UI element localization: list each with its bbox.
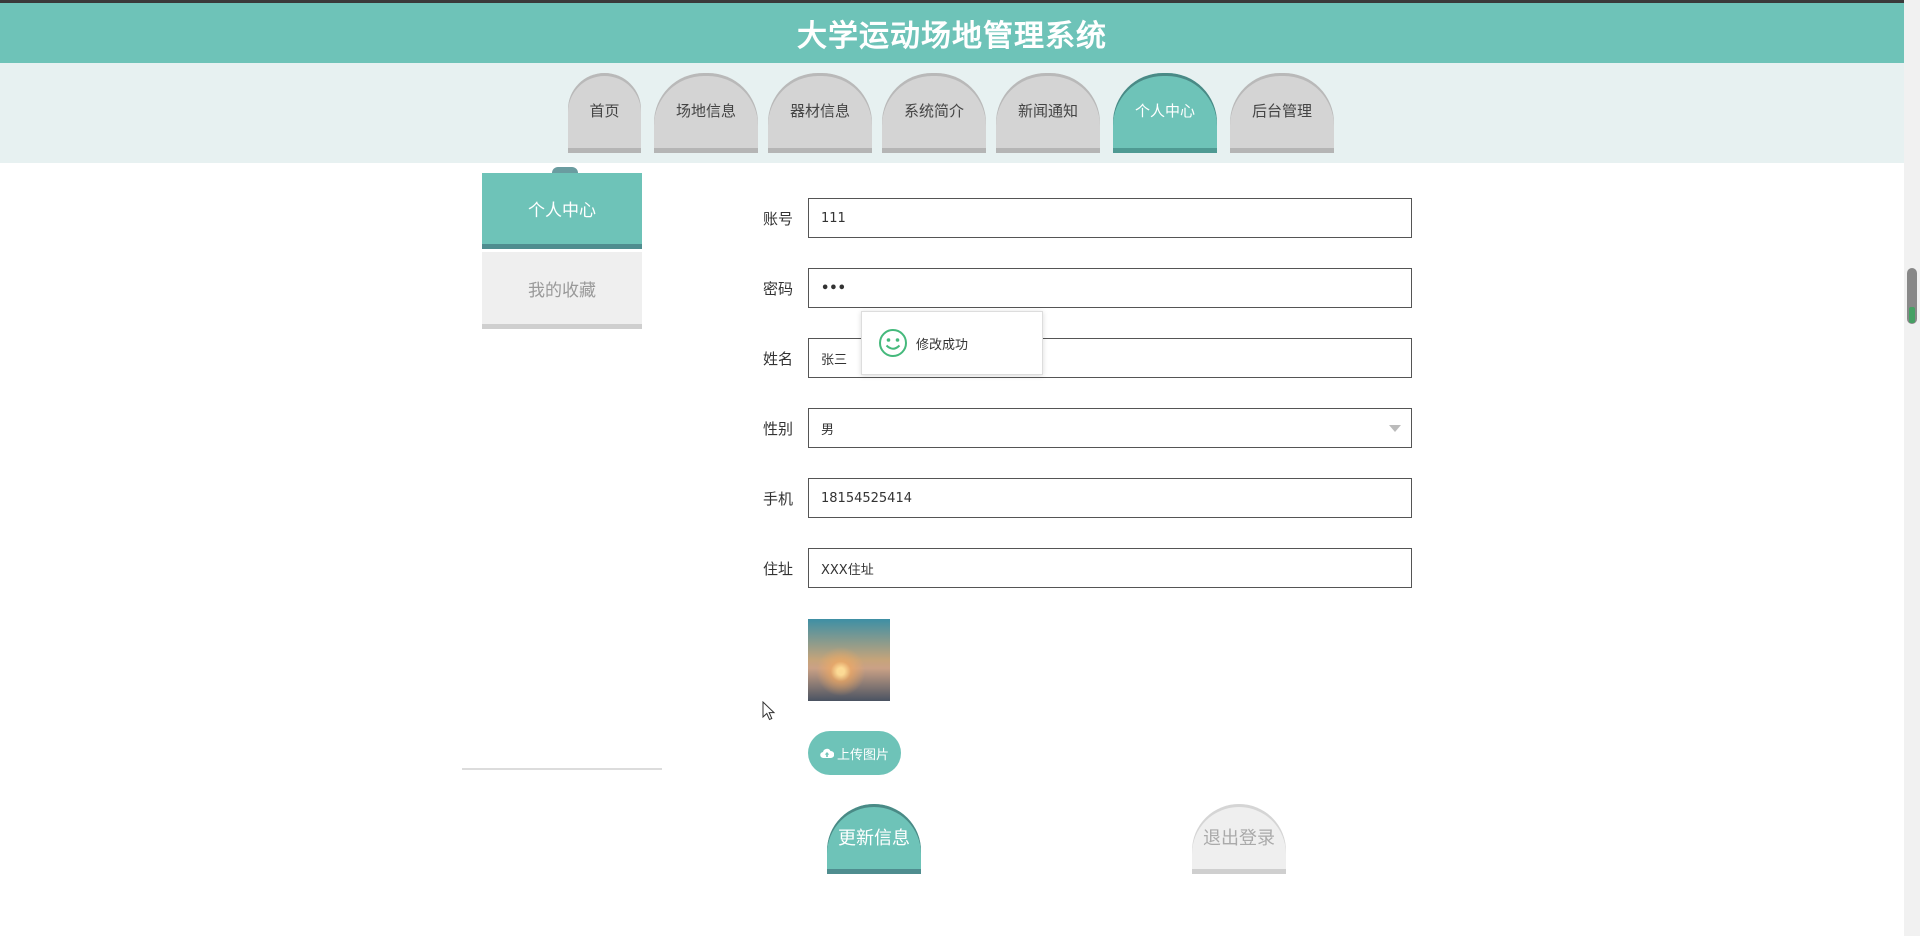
phone-field[interactable]: 18154525414 <box>808 478 1412 518</box>
name-label: 姓名 <box>763 350 794 368</box>
account-label: 账号 <box>763 210 794 228</box>
gender-select[interactable]: 男 <box>808 408 1412 448</box>
tab-label: 场地信息 <box>675 102 736 120</box>
toast-text: 修改成功 <box>916 337 969 353</box>
site-title: 大学运动场地管理系统 <box>797 19 1107 54</box>
password-label: 密码 <box>763 280 794 298</box>
address-label: 住址 <box>763 560 794 578</box>
avatar-image <box>808 619 890 701</box>
phone-label: 手机 <box>763 490 794 508</box>
tab-home[interactable]: 首页 <box>568 73 641 153</box>
chevron-down-icon <box>1389 425 1401 432</box>
tab-label: 个人中心 <box>1134 102 1195 120</box>
account-field[interactable]: 111 <box>808 198 1412 238</box>
logout-button[interactable]: 退出登录 <box>1192 804 1286 874</box>
upload-image-button[interactable]: 上传图片 <box>808 731 901 775</box>
tab-label: 器材信息 <box>789 102 850 120</box>
gender-label: 性别 <box>763 420 794 438</box>
tab-label: 首页 <box>589 102 620 120</box>
sidebar-item-favorites[interactable]: 我的收藏 <box>482 252 642 329</box>
toast-message: 修改成功 <box>861 311 1043 375</box>
tab-label: 系统简介 <box>903 102 964 120</box>
scrollbar-grip <box>1909 307 1915 323</box>
cloud-upload-icon <box>820 748 834 759</box>
address-field[interactable]: XXX住址 <box>808 548 1412 588</box>
smile-icon <box>879 329 907 357</box>
page-scrollbar[interactable] <box>1904 0 1920 936</box>
gender-value: 男 <box>821 422 835 438</box>
upload-label: 上传图片 <box>836 747 889 763</box>
password-field[interactable]: ••• <box>808 268 1412 308</box>
site-header: 大学运动场地管理系统 <box>0 3 1904 63</box>
mouse-cursor-icon <box>762 701 776 721</box>
tab-label: 后台管理 <box>1251 102 1312 120</box>
sidebar-item-personal-center[interactable]: 个人中心 <box>482 173 642 249</box>
sidebar-divider <box>462 768 662 770</box>
update-info-button[interactable]: 更新信息 <box>827 804 921 874</box>
tab-label: 新闻通知 <box>1017 102 1078 120</box>
